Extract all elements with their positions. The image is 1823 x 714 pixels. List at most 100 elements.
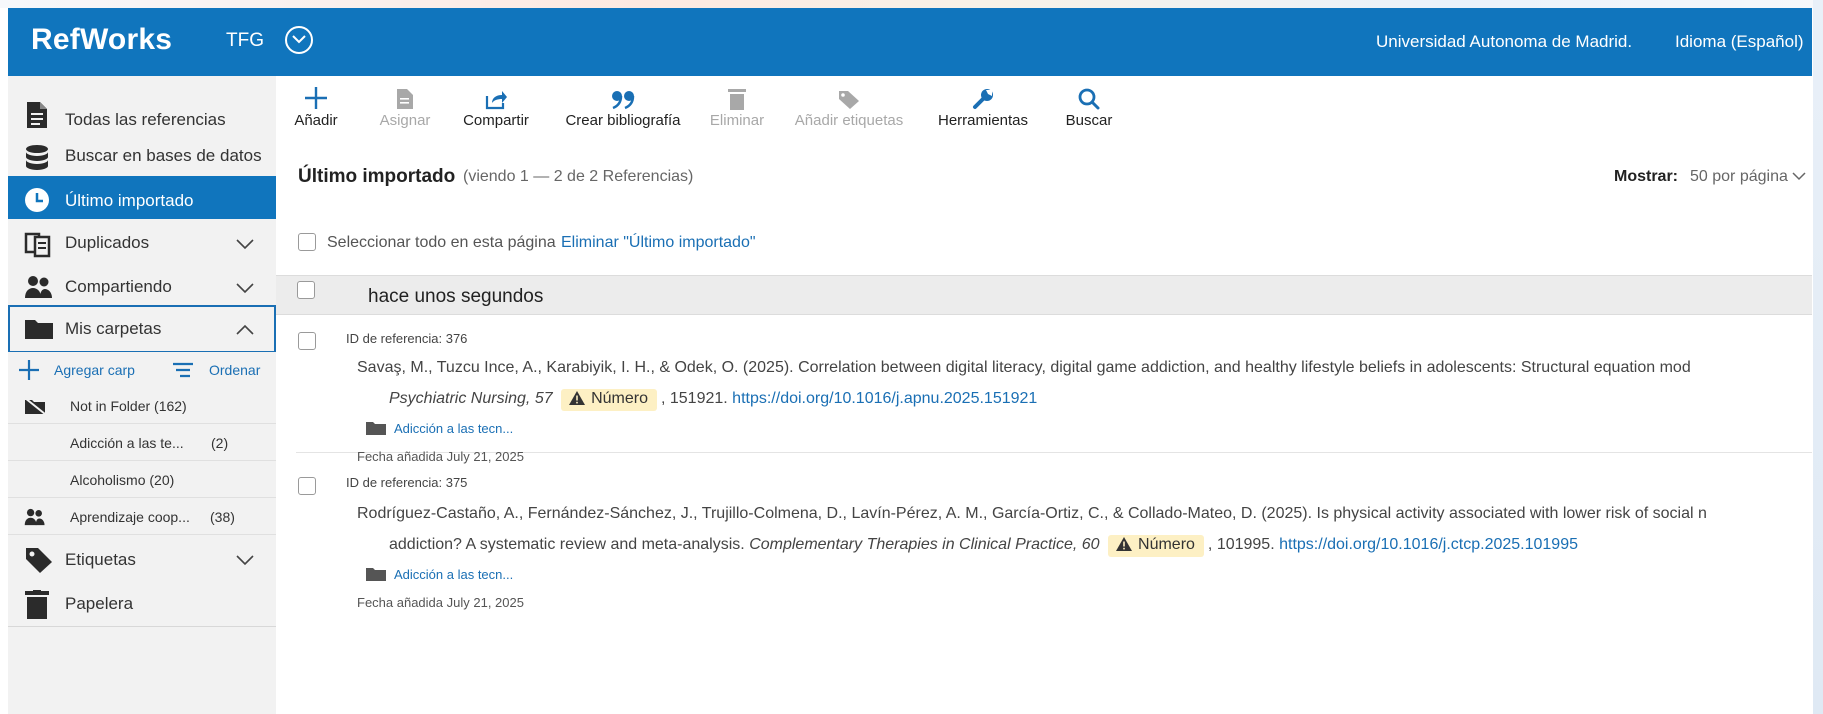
add-tags-button[interactable]: Añadir etiquetas (784, 76, 914, 138)
institution-link[interactable]: Universidad Autonoma de Madrid. (1376, 32, 1632, 52)
sidebar-item-label: Último importado (65, 191, 194, 210)
search-icon (1056, 82, 1122, 110)
folder-icon (24, 316, 54, 344)
folder-count: (38) (210, 509, 235, 525)
clock-icon (24, 187, 54, 215)
bibliography-label: Crear bibliografía (565, 112, 681, 129)
users-icon (24, 508, 46, 531)
reference-citation-line2: Psychiatric Nursing, 57 Número, 151921. … (389, 389, 1037, 411)
group-header: hace unos segundos (276, 275, 1812, 315)
language-selector[interactable]: Idioma (Español) (1675, 32, 1804, 52)
sidebar-item-sharing[interactable]: Compartiendo (8, 263, 276, 311)
app-logo[interactable]: RefWorks (31, 23, 172, 57)
plus-icon[interactable] (18, 359, 40, 386)
reference-checkbox[interactable] (298, 332, 316, 350)
top-decorative-band (0, 0, 1823, 8)
sidebar-item-label: Compartiendo (65, 277, 172, 296)
chevron-down-icon[interactable] (236, 281, 254, 299)
chevron-down-icon[interactable] (236, 237, 254, 255)
sidebar-item-duplicates[interactable]: Duplicados (8, 219, 276, 267)
missing-issue-badge[interactable]: Número (561, 389, 657, 411)
folder-tag-label: Adicción a las tecn... (394, 567, 514, 582)
share-button[interactable]: Compartir (454, 76, 538, 138)
reference-citation-line2: addiction? A systematic review and meta-… (389, 535, 1578, 557)
delete-button[interactable]: Eliminar (704, 76, 770, 138)
doi-link[interactable]: https://doi.org/10.1016/j.ctcp.2025.1019… (1279, 536, 1578, 553)
doi-link[interactable]: https://doi.org/10.1016/j.apnu.2025.1519… (732, 390, 1037, 407)
add-folder-link[interactable]: Agregar carp (54, 362, 135, 378)
sidebar-item-search-databases[interactable]: Buscar en bases de datos (8, 133, 276, 181)
add-tags-label: Añadir etiquetas (794, 112, 904, 129)
app-window: RefWorks TFG Universidad Autonoma de Mad… (8, 8, 1812, 714)
group-checkbox[interactable] (297, 281, 315, 299)
sort-lines-icon[interactable] (172, 362, 194, 383)
folder-off-icon (24, 397, 46, 420)
sidebar-item-label: Papelera (65, 594, 134, 613)
sidebar-item-label: Buscar en bases de datos (65, 146, 262, 165)
per-page-select[interactable]: 50 por página (1690, 168, 1806, 186)
select-all-checkbox[interactable] (298, 233, 316, 251)
tools-button[interactable]: Herramientas (930, 76, 1036, 138)
reference-id: ID de referencia: 376 (346, 331, 468, 346)
reference-folder-link[interactable]: Adicción a las tecn... (366, 567, 513, 582)
chevron-up-icon[interactable] (236, 322, 254, 340)
reference-checkbox[interactable] (298, 477, 316, 495)
sidebar-item-label: Duplicados (65, 233, 150, 252)
folder-alcoholismo[interactable]: Alcoholismo (20) (8, 461, 276, 498)
show-label: Mostrar: (1614, 168, 1679, 185)
add-button[interactable]: Añadir (288, 76, 344, 138)
assign-button[interactable]: Asignar (370, 76, 440, 138)
reference-folder-link[interactable]: Adicción a las tecn... (366, 421, 513, 436)
sidebar: Todas las referencias Buscar en bases de… (8, 76, 276, 714)
sidebar-item-trash[interactable]: Papelera (8, 579, 276, 627)
folder-tag-label: Adicción a las tecn... (394, 421, 514, 436)
folder-tools: Agregar carp Ordenar (8, 352, 276, 386)
trash-icon (704, 82, 770, 110)
sidebar-item-last-imported[interactable]: Último importado (8, 176, 276, 224)
sidebar-item-tags[interactable]: Etiquetas (8, 535, 276, 583)
project-name[interactable]: TFG (226, 30, 264, 52)
reference-title-continued: addiction? A systematic review and meta-… (389, 536, 745, 553)
project-menu-chevron-icon[interactable] (285, 26, 313, 54)
sidebar-item-all-references[interactable]: Todas las referencias (8, 90, 276, 138)
folder-adiccion[interactable]: Adicción a las te... (2) (8, 424, 276, 461)
sidebar-item-label: Mis carpetas (65, 319, 162, 338)
database-icon (24, 144, 54, 172)
delete-label: Eliminar (709, 112, 765, 129)
chevron-down-icon[interactable] (236, 553, 254, 571)
reference-item[interactable]: ID de referencia: 375 Rodríguez-Castaño,… (296, 453, 1812, 623)
folder-label: Not in Folder (162) (70, 398, 187, 414)
folder-not-in-folder[interactable]: Not in Folder (162) (8, 387, 276, 424)
remove-last-imported-link[interactable]: Eliminar "Último importado" (561, 234, 756, 252)
sidebar-item-label: Todas las referencias (65, 110, 226, 129)
create-bibliography-button[interactable]: Crear bibliografía (562, 76, 684, 138)
add-label: Añadir (294, 112, 338, 129)
plus-icon (288, 82, 344, 110)
quote-icon (562, 82, 684, 110)
tools-label: Herramientas (937, 112, 1029, 129)
sidebar-item-my-folders[interactable]: Mis carpetas (8, 305, 276, 353)
folder-aprendizaje[interactable]: Aprendizaje coop... (38) (8, 498, 276, 535)
folder-label: Alcoholismo (20) (70, 472, 175, 488)
missing-issue-badge[interactable]: Número (1108, 535, 1204, 557)
date-added: Fecha añadida July 21, 2025 (357, 595, 524, 610)
order-folders-link[interactable]: Ordenar (209, 362, 260, 378)
reference-id: ID de referencia: 375 (346, 475, 468, 490)
toolbar: Añadir Asignar Compartir Crear bibliogra… (276, 76, 1812, 138)
page-title: Último importado (298, 166, 456, 187)
select-all-label: Seleccionar todo en esta página (327, 234, 556, 251)
search-button[interactable]: Buscar (1056, 76, 1122, 138)
journal-name: Psychiatric Nursing, 57 (389, 390, 553, 407)
window-edge (1813, 0, 1823, 714)
warning-icon (1116, 537, 1133, 556)
reference-item[interactable]: ID de referencia: 376 Savaş, M., Tuzcu I… (296, 315, 1812, 464)
trash-icon (24, 590, 54, 619)
group-label: hace unos segundos (368, 286, 544, 307)
share-icon (454, 82, 538, 110)
badge-label: Número (1138, 536, 1195, 553)
folder-icon (366, 422, 386, 435)
tag-icon (784, 82, 914, 110)
sidebar-item-label: Etiquetas (65, 550, 136, 569)
main-content: Último importado (viendo 1 — 2 de 2 Refe… (276, 138, 1812, 714)
duplicate-icon (24, 230, 54, 258)
